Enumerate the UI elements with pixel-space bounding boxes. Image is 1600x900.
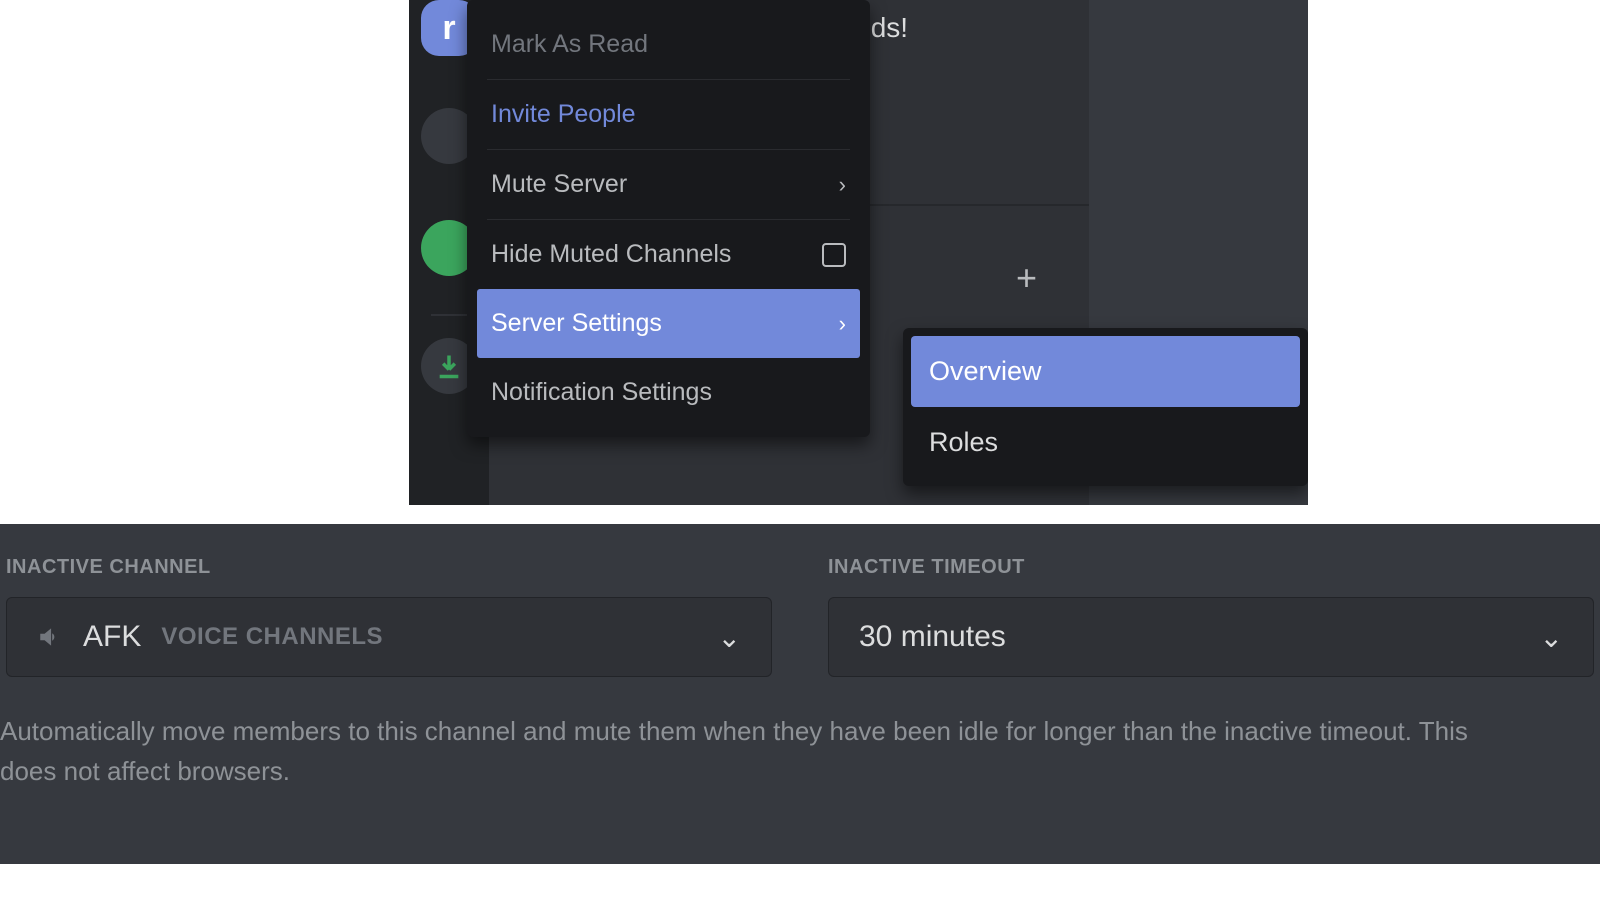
menu-mute-server[interactable]: Mute Server ›	[477, 150, 860, 219]
server-context-menu: Mark As Read Invite People Mute Server› …	[467, 0, 870, 437]
inactive-timeout-label: INACTIVE TIMEOUT	[828, 556, 1594, 579]
menu-notification-settings[interactable]: Notification Settings	[477, 358, 860, 427]
menu-label: Mark As Read	[491, 30, 648, 59]
download-icon	[435, 352, 463, 380]
chevron-right-icon: ›	[839, 172, 846, 198]
submenu-roles[interactable]: Roles	[911, 407, 1300, 478]
rail-divider	[431, 314, 467, 316]
menu-mark-as-read[interactable]: Mark As Read	[477, 10, 860, 79]
menu-label: Hide Muted Channels	[491, 240, 731, 269]
inactive-channel-select[interactable]: AFK VOICE CHANNELS ⌄	[6, 597, 772, 677]
chevron-down-icon: ⌄	[718, 621, 741, 654]
checkbox-unchecked-icon[interactable]	[822, 243, 846, 267]
menu-label: Mute Server	[491, 170, 627, 199]
inactive-description: Automatically move members to this chann…	[0, 711, 1600, 792]
chevron-right-icon: ›	[839, 311, 846, 337]
menu-label: Notification Settings	[491, 378, 712, 407]
selected-channel-group: VOICE CHANNELS	[161, 623, 383, 651]
menu-invite-people[interactable]: Invite People	[477, 80, 860, 149]
selected-timeout-value: 30 minutes	[859, 620, 1006, 654]
selected-channel-name: AFK	[83, 620, 141, 654]
submenu-overview[interactable]: Overview	[911, 336, 1300, 407]
menu-label: Server Settings	[491, 309, 662, 338]
inactive-settings-panel: INACTIVE CHANNEL AFK VOICE CHANNELS ⌄ IN…	[0, 524, 1600, 864]
server-settings-submenu: Overview Roles	[903, 328, 1308, 486]
speaker-icon	[37, 624, 63, 650]
menu-label: Invite People	[491, 100, 636, 129]
menu-hide-muted[interactable]: Hide Muted Channels	[477, 220, 860, 289]
inactive-timeout-select[interactable]: 30 minutes ⌄	[828, 597, 1594, 677]
inactive-channel-label: INACTIVE CHANNEL	[6, 556, 772, 579]
menu-server-settings[interactable]: Server Settings ›	[477, 289, 860, 358]
chevron-down-icon: ⌄	[1540, 621, 1563, 654]
discord-context-screenshot: r riends! e + Mark As Read Invite People…	[409, 0, 1308, 505]
create-channel-icon[interactable]: +	[1016, 257, 1037, 299]
